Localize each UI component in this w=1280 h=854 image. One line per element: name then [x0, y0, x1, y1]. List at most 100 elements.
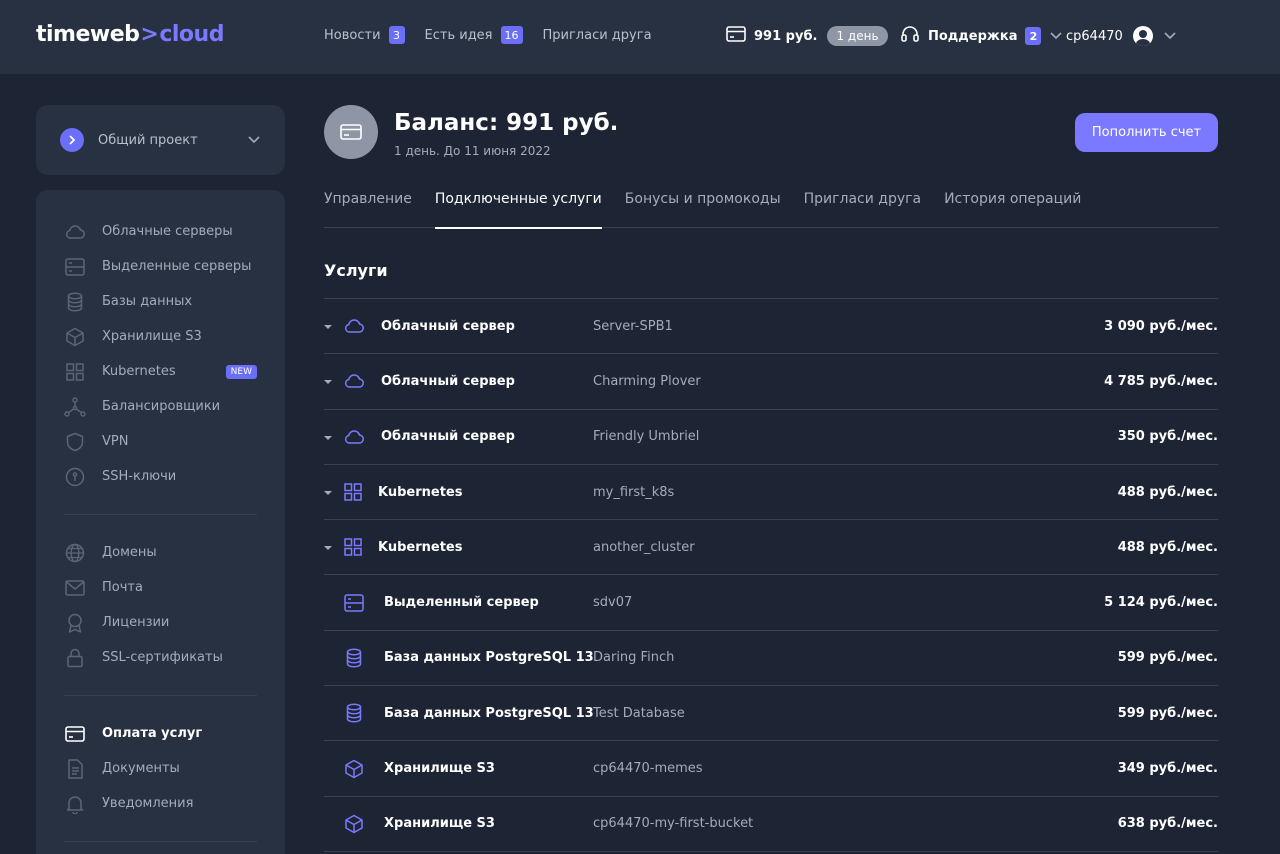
balance-card-icon	[324, 105, 378, 159]
sidebar-item[interactable]: VPN	[36, 424, 285, 459]
sidebar-divider	[64, 514, 257, 515]
service-row[interactable]: Облачный сервер Friendly Umbriel 350 руб./…	[324, 410, 1218, 465]
database-icon	[64, 291, 86, 313]
top-balance[interactable]: 991 руб. 1 день	[726, 24, 888, 48]
cloud-icon	[343, 370, 365, 392]
sidebar-item[interactable]: Облачные серверы	[36, 214, 285, 249]
sidebar-item-label: Kubernetes	[102, 364, 176, 379]
service-price: 5 124 руб./мес.	[1104, 595, 1218, 611]
service-name: Хранилище S3	[384, 816, 495, 832]
sidebar-item[interactable]: Домены	[36, 535, 285, 570]
service-id: Charming Plover	[593, 373, 701, 389]
sidebar-item[interactable]: Балансировщики	[36, 389, 285, 424]
sidebar-item-label: SSL-сертификаты	[102, 650, 223, 665]
nav-invite-label: Пригласи друга	[542, 27, 652, 43]
support-menu[interactable]: Поддержка 2	[900, 24, 1063, 48]
service-row[interactable]: Облачный сервер Server-SPB1 3 090 руб./мес…	[324, 299, 1218, 355]
services-title: Услуги	[324, 261, 388, 280]
sidebar-item-label: SSH-ключи	[102, 469, 177, 484]
expand-caret-icon[interactable]	[324, 546, 332, 551]
sidebar-item-label: Балансировщики	[102, 399, 221, 414]
expand-caret-icon[interactable]	[324, 435, 332, 440]
service-name: Выделенный сервер	[384, 595, 539, 611]
nav-idea-label: Есть идея	[424, 27, 493, 43]
sidebar-item-label: Облачные серверы	[102, 224, 233, 239]
server-icon	[64, 256, 86, 278]
service-name: База данных PostgreSQL 13	[384, 705, 594, 721]
database-icon	[343, 647, 365, 669]
grid-icon	[342, 481, 364, 503]
nav-idea[interactable]: Есть идея 16	[425, 26, 523, 44]
tab-connected-services[interactable]: Подключенные услуги	[434, 188, 602, 229]
top-bar: timeweb > cloud Новости 3 Есть идея 16 При…	[0, 0, 1280, 74]
service-id: my_first_k8s	[593, 484, 675, 500]
nav-idea-badge: 16	[500, 26, 523, 44]
service-row[interactable]: Kubernetes my_first_k8s 488 руб./мес.	[324, 465, 1218, 521]
service-price: 599 руб./мес.	[1117, 705, 1218, 721]
sidebar: Облачные серверы Выделенные серверы Базы д…	[36, 190, 285, 854]
sidebar-item[interactable]: Лицензии	[36, 605, 285, 640]
services-list: Облачный сервер Server-SPB1 3 090 руб./мес…	[324, 298, 1218, 852]
service-name: Облачный сервер	[381, 318, 515, 334]
topup-button[interactable]: Пополнить счет	[1075, 113, 1218, 152]
logo[interactable]: timeweb > cloud	[36, 22, 224, 47]
sidebar-item-label: Домены	[102, 545, 157, 560]
service-price: 488 руб./мес.	[1117, 539, 1218, 555]
expand-caret-icon[interactable]	[324, 490, 332, 495]
database-icon	[343, 702, 365, 724]
service-row[interactable]: Kubernetes another_cluster 488 руб./мес.	[324, 520, 1218, 576]
service-name: Облачный сервер	[381, 429, 515, 445]
sidebar-item[interactable]: SSH-ключи	[36, 459, 285, 494]
user-menu[interactable]: cp64470	[1066, 24, 1177, 48]
service-id: sdv07	[593, 595, 633, 611]
avatar	[1132, 26, 1153, 46]
service-price: 3 090 руб./мес.	[1104, 318, 1218, 334]
card-icon	[64, 723, 86, 745]
sidebar-item[interactable]: Базы данных	[36, 284, 285, 319]
sidebar-item-label: Выделенные серверы	[102, 259, 252, 274]
sidebar-item[interactable]: Выделенные серверы	[36, 249, 285, 284]
service-price: 599 руб./мес.	[1117, 650, 1218, 666]
sidebar-group-domains: Домены Почта Лицензии SSL-сертификаты	[36, 535, 285, 675]
sidebar-item[interactable]: SSL-сертификаты	[36, 640, 285, 675]
logo-text-main: timeweb	[36, 22, 140, 47]
service-row[interactable]: Хранилище S3 cp64470-my-first-bucket 638 р…	[324, 797, 1218, 852]
service-name: Kubernetes	[378, 484, 463, 500]
sidebar-item-label: VPN	[102, 434, 129, 449]
expand-caret-icon[interactable]	[324, 380, 332, 385]
cube-icon	[64, 326, 86, 348]
service-name: Хранилище S3	[384, 761, 495, 777]
sidebar-item[interactable]: Документы	[36, 751, 285, 786]
service-row[interactable]: База данных PostgreSQL 13 Daring Finch 599…	[324, 631, 1218, 687]
sidebar-group-services: Облачные серверы Выделенные серверы Базы д…	[36, 214, 285, 494]
cloud-icon	[64, 221, 86, 243]
sidebar-item[interactable]: Почта	[36, 570, 285, 605]
sidebar-item-label: Уведомления	[102, 796, 194, 811]
award-icon	[64, 612, 86, 634]
nav-news[interactable]: Новости 3	[324, 26, 405, 44]
sidebar-item[interactable]: Kubernetes NEW	[36, 354, 285, 389]
sidebar-item[interactable]: Уведомления	[36, 786, 285, 821]
tab-bonuses[interactable]: Бонусы и промокоды	[625, 188, 781, 228]
service-row[interactable]: База данных PostgreSQL 13 Test Database 59…	[324, 686, 1218, 742]
service-row[interactable]: Хранилище S3 cp64470-memes 349 руб./мес.	[324, 741, 1218, 797]
project-arrow-icon	[60, 128, 84, 152]
shield-icon	[64, 431, 86, 453]
service-row[interactable]: Облачный сервер Charming Plover 4 785 руб.…	[324, 354, 1218, 410]
sidebar-item-label: Почта	[102, 580, 143, 595]
sidebar-item[interactable]: Хранилище S3	[36, 319, 285, 354]
tab-invite[interactable]: Пригласи друга	[804, 188, 921, 228]
nav-invite[interactable]: Пригласи друга	[543, 28, 652, 43]
tabs: Управление Подключенные услуги Бонусы и …	[324, 188, 1218, 229]
page-title: Баланс: 991 руб.	[394, 110, 619, 136]
project-selector[interactable]: Общий проект	[36, 105, 285, 175]
expand-caret-icon[interactable]	[324, 325, 332, 329]
service-row[interactable]: Выделенный сервер sdv07 5 124 руб./мес.	[324, 575, 1218, 631]
tab-management[interactable]: Управление	[324, 188, 412, 228]
service-name: База данных PostgreSQL 13	[384, 650, 594, 666]
sidebar-group-account: Оплата услуг Документы Уведомления	[36, 716, 285, 821]
key-icon	[64, 466, 86, 488]
sidebar-item[interactable]: Оплата услуг	[36, 716, 285, 751]
tab-history[interactable]: История операций	[944, 188, 1081, 228]
service-price: 488 руб./мес.	[1117, 484, 1218, 500]
